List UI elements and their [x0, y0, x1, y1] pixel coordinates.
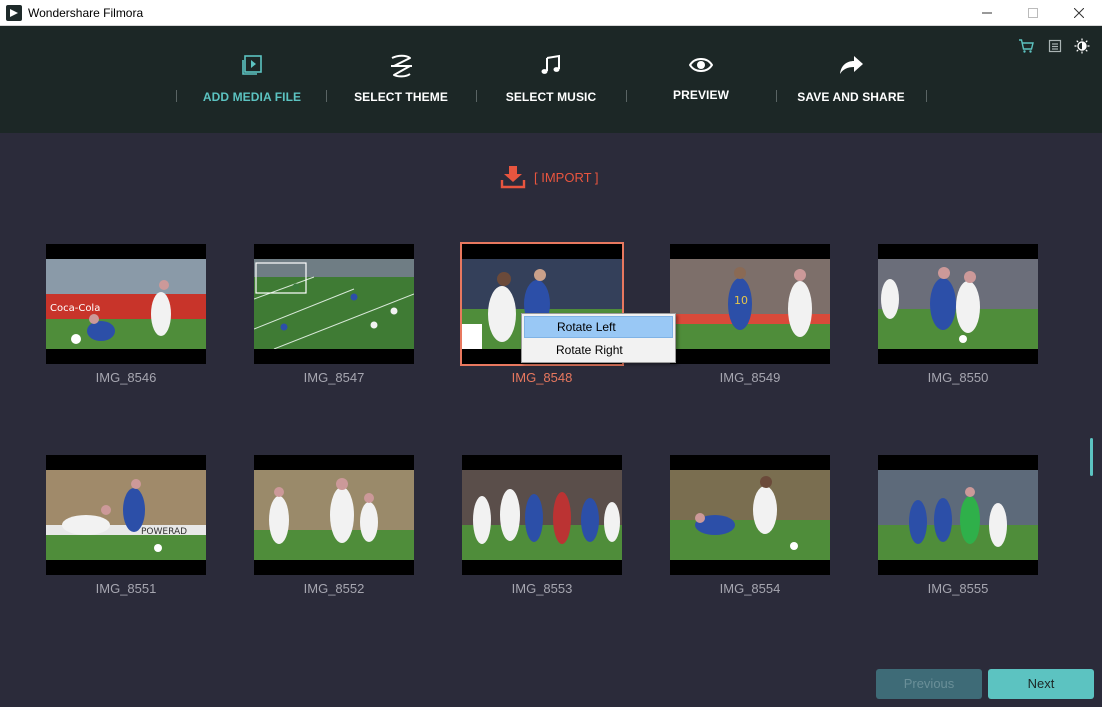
- step-preview[interactable]: PREVIEW: [626, 26, 776, 133]
- rotate-context-menu: Rotate Left Rotate Right: [521, 313, 676, 363]
- scrollbar-thumb[interactable]: [1090, 438, 1093, 476]
- step-label: SELECT MUSIC: [505, 90, 597, 104]
- nav-separator: [626, 90, 627, 102]
- media-item[interactable]: POWERAD IMG_8551: [46, 455, 206, 600]
- cart-icon[interactable]: [1018, 38, 1034, 54]
- media-file-icon: [241, 54, 263, 81]
- minimize-button[interactable]: [964, 0, 1010, 26]
- step-label: SAVE AND SHARE: [797, 90, 905, 104]
- media-item[interactable]: Coca-Cola IMG_8546: [46, 244, 206, 389]
- download-icon: [500, 166, 526, 189]
- media-thumbnail[interactable]: [462, 455, 622, 575]
- svg-text:10: 10: [734, 294, 748, 307]
- menu-item-rotate-left[interactable]: Rotate Left: [524, 316, 673, 338]
- media-name: IMG_8550: [927, 370, 989, 385]
- close-button[interactable]: [1056, 0, 1102, 26]
- maximize-button[interactable]: [1010, 0, 1056, 26]
- media-thumbnail[interactable]: [670, 455, 830, 575]
- media-name: IMG_8553: [511, 581, 573, 596]
- music-note-icon: [540, 54, 562, 81]
- media-name: IMG_8554: [719, 581, 781, 596]
- media-thumbnail[interactable]: [254, 455, 414, 575]
- share-arrow-icon: [838, 54, 864, 81]
- theme-icon: [388, 54, 414, 83]
- step-add-media-file[interactable]: ADD MEDIA FILE: [177, 26, 327, 133]
- menu-icon[interactable]: [1047, 38, 1063, 54]
- nav-separator: [776, 90, 777, 102]
- media-thumbnail[interactable]: POWERAD: [46, 455, 206, 575]
- import-label: [ IMPORT ]: [534, 170, 599, 185]
- step-label: ADD MEDIA FILE: [202, 90, 302, 104]
- filmora-logo-icon: [6, 5, 22, 21]
- svg-text:Coca-Cola: Coca-Cola: [50, 303, 100, 314]
- media-thumbnail[interactable]: Coca-Cola: [46, 244, 206, 364]
- step-save-and-share[interactable]: SAVE AND SHARE: [776, 26, 926, 133]
- media-item[interactable]: IMG_8554: [670, 455, 830, 600]
- media-name: IMG_8547: [303, 370, 365, 385]
- brightness-icon[interactable]: [1074, 38, 1090, 54]
- nav-separator: [926, 90, 927, 102]
- nav-separator: [326, 90, 327, 102]
- media-thumbnail[interactable]: [878, 244, 1038, 364]
- nav-separator: [176, 90, 177, 102]
- eye-icon: [688, 54, 714, 81]
- svg-text:POWERAD: POWERAD: [141, 527, 187, 537]
- media-item[interactable]: IMG_8555: [878, 455, 1038, 600]
- media-name: IMG_8549: [719, 370, 781, 385]
- media-item[interactable]: IMG_8550: [878, 244, 1038, 389]
- media-item[interactable]: IMG_8547: [254, 244, 414, 389]
- step-select-theme[interactable]: SELECT THEME: [326, 26, 476, 133]
- media-library-panel: [ IMPORT ]: [0, 133, 1102, 707]
- media-name: IMG_8552: [303, 581, 365, 596]
- next-button[interactable]: Next: [988, 669, 1094, 699]
- media-item[interactable]: 10 IMG_8549: [670, 244, 830, 389]
- menu-item-rotate-right[interactable]: Rotate Right: [524, 339, 673, 361]
- step-label: SELECT THEME: [354, 90, 448, 104]
- step-select-music[interactable]: SELECT MUSIC: [476, 26, 626, 133]
- media-thumbnail[interactable]: 10: [670, 244, 830, 364]
- media-name: IMG_8548: [511, 370, 573, 385]
- media-item[interactable]: IMG_8552: [254, 455, 414, 600]
- media-name: IMG_8546: [95, 370, 157, 385]
- media-item[interactable]: IMG_8553: [462, 455, 622, 600]
- previous-button[interactable]: Previous: [876, 669, 982, 699]
- nav-separator: [476, 90, 477, 102]
- step-label: PREVIEW: [672, 88, 730, 102]
- window-title: Wondershare Filmora: [28, 6, 144, 20]
- media-name: IMG_8551: [95, 581, 157, 596]
- media-name: IMG_8555: [927, 581, 989, 596]
- media-thumbnail[interactable]: [254, 244, 414, 364]
- media-thumbnail[interactable]: [878, 455, 1038, 575]
- step-navigation: ADD MEDIA FILE SELECT THEME SELECT MUSIC: [0, 26, 1102, 133]
- window-title-bar: Wondershare Filmora: [0, 0, 1102, 26]
